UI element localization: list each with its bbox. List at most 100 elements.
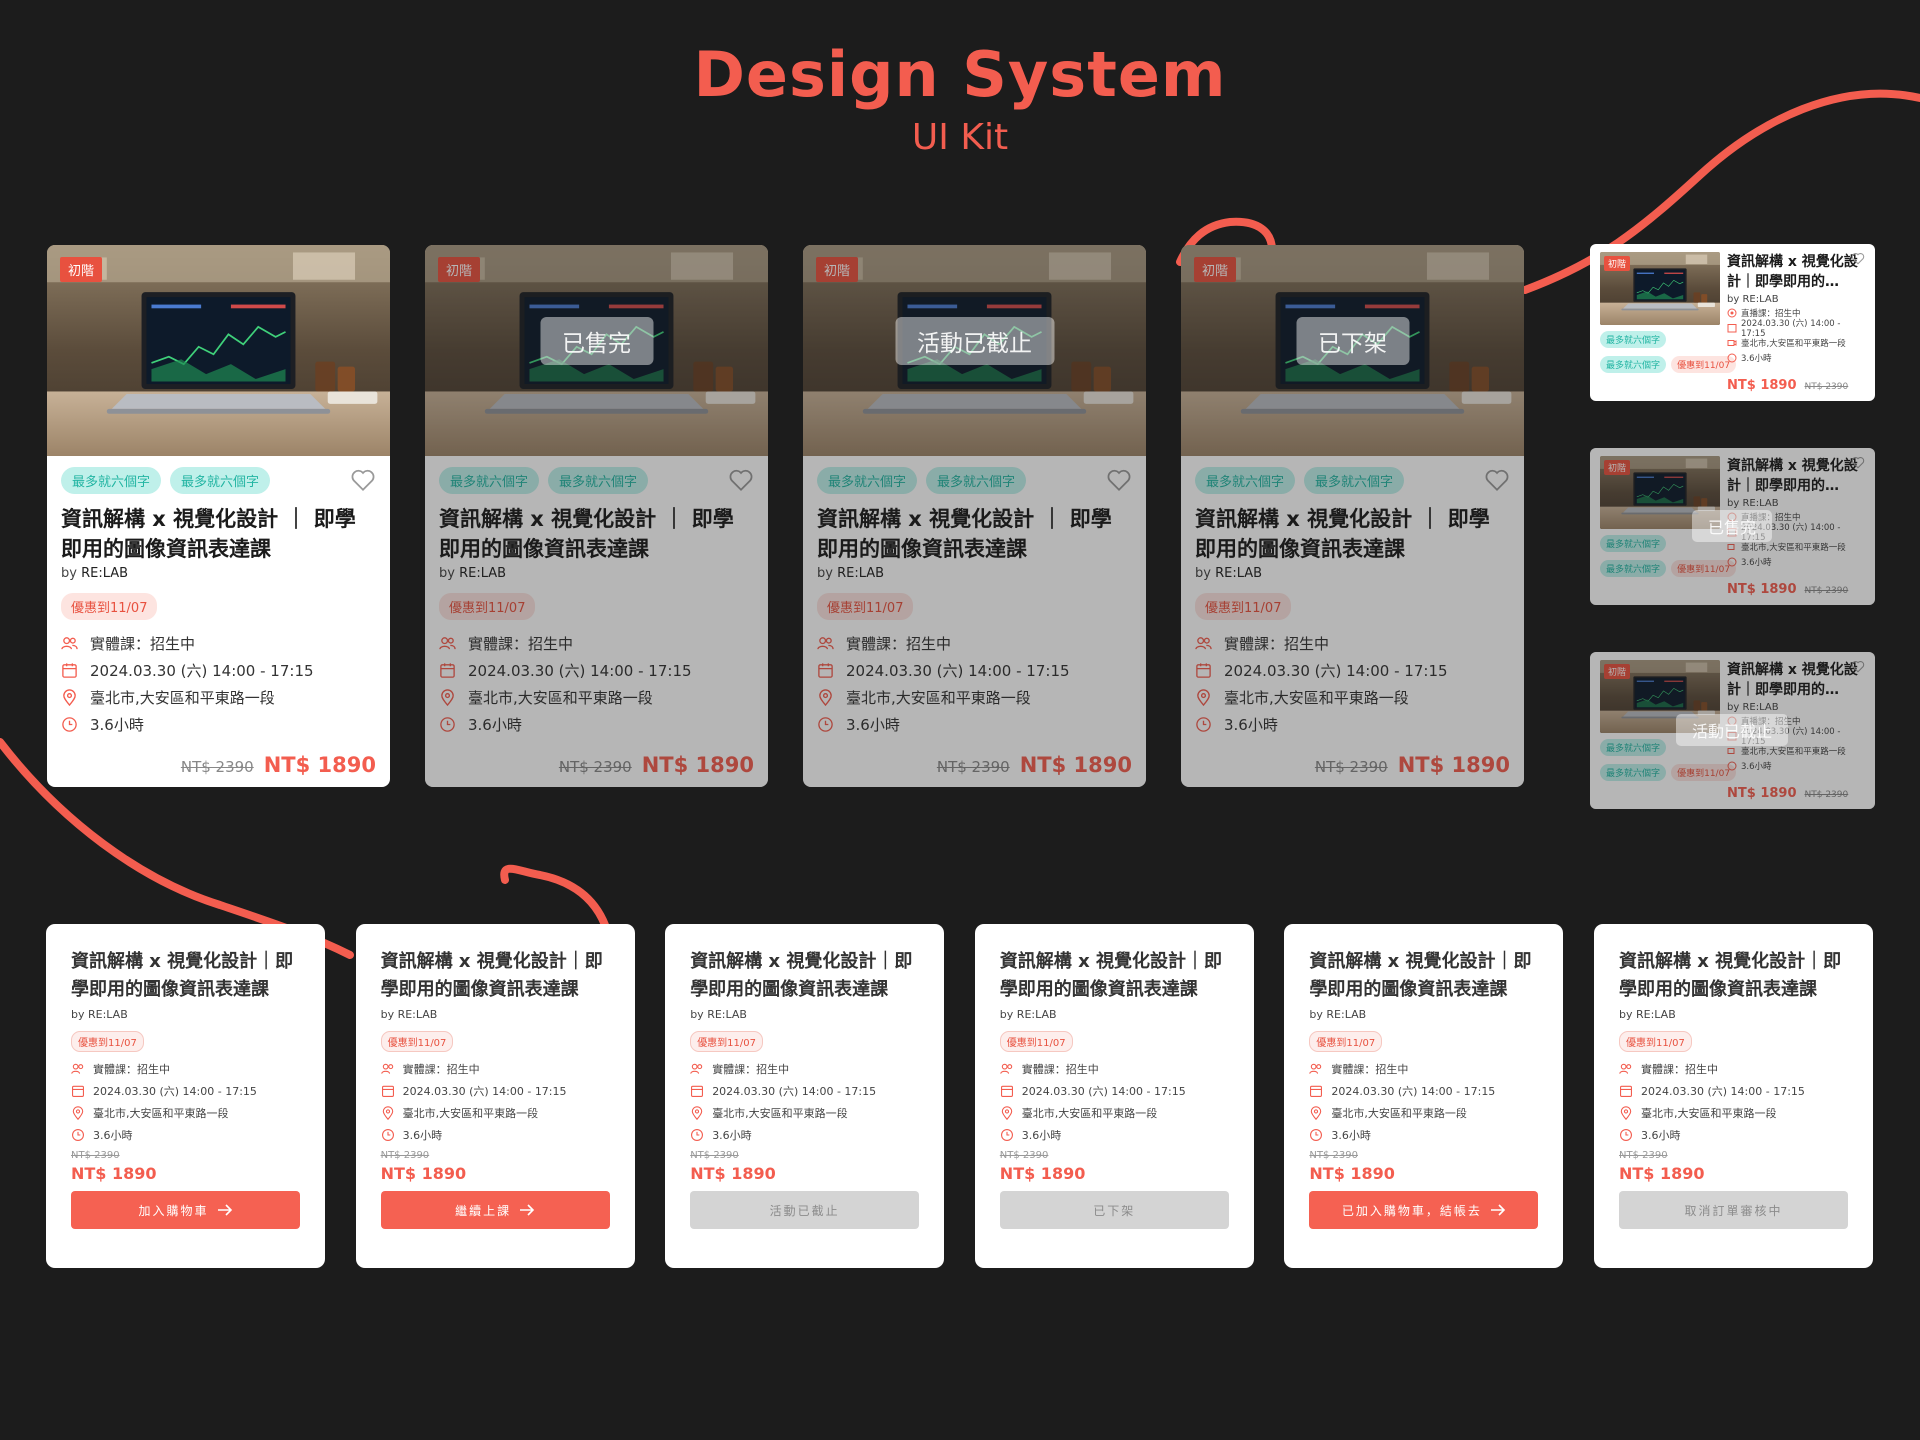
people-icon xyxy=(1000,1063,1013,1074)
calendar-icon xyxy=(1727,323,1737,332)
heart-icon[interactable] xyxy=(1851,252,1865,265)
status-label: 已售完 xyxy=(1691,510,1773,542)
status-label: 已售完 xyxy=(540,317,653,365)
course-title[interactable]: 資訊解構 x 視覺化設計｜即學即用的… xyxy=(1727,252,1867,292)
action-button-label: 取消訂單審核中 xyxy=(1684,1203,1783,1218)
course-card-checkout[interactable]: 資訊解構 x 視覺化設計｜即學即用的圖像資訊表達課 by RE:LAB 優惠到1… xyxy=(665,924,945,1268)
course-datetime: 2024.03.30 (六) 14:00 - 17:15 xyxy=(61,657,376,684)
promo-badge: 優惠到11/07 xyxy=(999,1031,1073,1052)
promo-badge: 優惠到11/07 xyxy=(1309,1031,1383,1052)
course-location: 臺北市,大安區和平東路一段 xyxy=(1000,1102,1229,1124)
course-duration: 3.6小時 xyxy=(1000,1124,1229,1146)
clock-icon xyxy=(1727,353,1737,362)
action-button[interactable]: 加入購物車 xyxy=(71,1191,300,1229)
course-card-large[interactable]: 初階 最多就六個字 最多就六個字 資訊解構 x 視覺化設計 ｜ 即學即用的圖像資訊… xyxy=(47,245,390,787)
sale-price: NT$ 1890 xyxy=(1727,378,1797,393)
location-pin-icon xyxy=(1620,1106,1632,1120)
page-subtitle: UI Kit xyxy=(911,117,1009,158)
location-pin-icon xyxy=(382,1106,393,1120)
sale-price: NT$ 1890 xyxy=(1619,1164,1705,1183)
course-title[interactable]: 資訊解構 x 視覺化設計｜即學即用的圖像資訊表達課 xyxy=(1309,948,1538,1004)
arrow-right-icon xyxy=(217,1204,232,1216)
sale-price: NT$ 1890 xyxy=(999,1164,1086,1183)
original-price: NT$ 2390 xyxy=(1309,1150,1358,1161)
course-card-checkout[interactable]: 資訊解構 x 視覺化設計｜即學即用的圖像資訊表達課 by RE:LAB 優惠到1… xyxy=(974,924,1254,1268)
clock-icon xyxy=(1620,1129,1632,1141)
calendar-icon xyxy=(691,1085,704,1097)
calendar-icon xyxy=(1310,1085,1323,1097)
topic-tag: 最多就六個字 xyxy=(1600,356,1667,373)
course-title[interactable]: 資訊解構 x 視覺化設計｜即學即用的圖像資訊表達課 xyxy=(381,948,610,1004)
calendar-icon xyxy=(381,1085,394,1097)
course-card-checkout[interactable]: 資訊解構 x 視覺化設計｜即學即用的圖像資訊表達課 by RE:LAB 優惠到1… xyxy=(46,924,325,1268)
location-pin-icon xyxy=(72,1106,84,1120)
page-title: Design System xyxy=(693,38,1227,111)
location-pin-icon xyxy=(1311,1106,1322,1120)
course-type: 實體課：招生中 xyxy=(690,1058,919,1080)
original-price: NT$ 2390 xyxy=(1619,1150,1668,1161)
original-price: NT$ 2390 xyxy=(180,758,254,776)
status-label: 已下架 xyxy=(1296,317,1409,365)
arrow-right-icon xyxy=(1490,1204,1506,1216)
people-icon xyxy=(61,637,78,650)
course-location: 臺北市,大安區和平東路一段 xyxy=(381,1102,610,1124)
people-icon xyxy=(380,1063,393,1074)
people-icon xyxy=(1619,1063,1632,1074)
course-card-compact[interactable]: 初階 最多就六個字 最多就六個字 優惠到11/07 資訊解構 x 視覺化設計｜即學… xyxy=(1590,244,1875,401)
course-title[interactable]: 資訊解構 x 視覺化設計｜即學即用的圖像資訊表達課 xyxy=(690,948,919,1004)
course-duration: 3.6小時 xyxy=(690,1124,919,1146)
sale-price: NT$ 1890 xyxy=(690,1164,776,1183)
course-card-compact-sold-out[interactable]: 初階 最多就六個字 最多就六個字 優惠到11/07 資訊解構 x 視覺化設計｜即學… xyxy=(1590,448,1875,605)
course-card-large-ended[interactable]: 初階 最多就六個字 最多就六個字 資訊解構 x 視覺化設計 ｜ 即學即用的圖像資訊… xyxy=(803,245,1146,787)
original-price: NT$ 2390 xyxy=(71,1150,120,1161)
course-duration: 3.6小時 xyxy=(71,1124,300,1146)
course-card-large-sold-out[interactable]: 初階 最多就六個字 最多就六個字 資訊解構 x 視覺化設計 ｜ 即學即用的圖像資訊… xyxy=(425,245,768,787)
action-button[interactable]: 活動已截止 xyxy=(690,1191,920,1229)
clock-icon xyxy=(72,1129,84,1141)
topic-tag: 最多就六個字 xyxy=(61,467,162,494)
action-button[interactable]: 繼續上課 xyxy=(380,1191,610,1229)
clock-icon xyxy=(1000,1129,1013,1141)
course-duration: 3.6小時 xyxy=(1309,1124,1538,1146)
course-type: 實體課：招生中 xyxy=(380,1058,610,1080)
course-duration: 3.6小時 xyxy=(381,1124,610,1146)
course-title[interactable]: 資訊解構 x 視覺化設計｜即學即用的圖像資訊表達課 xyxy=(1000,948,1229,1004)
course-author: by RE:LAB xyxy=(690,1008,747,1021)
course-location: 臺北市,大安區和平東路一段 xyxy=(71,1102,300,1124)
course-card-large-removed[interactable]: 初階 最多就六個字 最多就六個字 資訊解構 x 視覺化設計 ｜ 即學即用的圖像資訊… xyxy=(1181,245,1524,787)
course-card-checkout[interactable]: 資訊解構 x 視覺化設計｜即學即用的圖像資訊表達課 by RE:LAB 優惠到1… xyxy=(355,924,635,1268)
course-location: 臺北市,大安區和平東路一段 xyxy=(690,1102,919,1124)
course-datetime: 2024.03.30 (六) 14:00 - 17:15 xyxy=(1000,1080,1229,1102)
course-card-compact-ended[interactable]: 初階 最多就六個字 最多就六個字 優惠到11/07 資訊解構 x 視覺化設計｜即學… xyxy=(1590,652,1875,809)
arrow-right-icon xyxy=(520,1204,535,1216)
topic-tag: 最多就六個字 xyxy=(170,467,271,494)
course-title[interactable]: 資訊解構 x 視覺化設計｜即學即用的圖像資訊表達課 xyxy=(71,948,300,1004)
heart-icon[interactable] xyxy=(350,468,376,492)
calendar-icon xyxy=(1000,1085,1013,1097)
status-label: 活動已截止 xyxy=(895,317,1054,365)
course-type: 實體課：招生中 xyxy=(1619,1058,1848,1080)
course-datetime: 2024.03.30 (六) 14:00 - 17:15 xyxy=(71,1080,300,1102)
sale-price: NT$ 1890 xyxy=(1309,1164,1395,1183)
status-label: 活動已截止 xyxy=(1675,714,1789,746)
course-title[interactable]: 資訊解構 x 視覺化設計 ｜ 即學即用的圖像資訊表達課 xyxy=(61,504,376,564)
price-block: NT$ 2390 NT$ 1890 xyxy=(181,753,376,777)
level-badge: 初階 xyxy=(1604,256,1631,271)
course-card-checkout[interactable]: 資訊解構 x 視覺化設計｜即學即用的圖像資訊表達課 by RE:LAB 優惠到1… xyxy=(1284,924,1564,1268)
course-location: 臺北市,大安區和平東路一段 xyxy=(61,684,376,711)
action-button[interactable]: 取消訂單審核中 xyxy=(1619,1191,1848,1229)
action-button[interactable]: 已下架 xyxy=(999,1191,1229,1229)
location-pin-icon xyxy=(63,689,76,706)
course-type: 實體課：招生中 xyxy=(71,1058,300,1080)
original-price: NT$ 2390 xyxy=(999,1150,1049,1161)
course-thumbnail: 初階 xyxy=(1600,252,1720,325)
promo-badge: 優惠到11/07 xyxy=(1619,1031,1692,1052)
promo-badge: 優惠到11/07 xyxy=(380,1031,454,1052)
course-card-checkout[interactable]: 資訊解構 x 視覺化設計｜即學即用的圖像資訊表達課 by RE:LAB 優惠到1… xyxy=(1594,924,1873,1268)
action-button[interactable]: 已加入購物車，結帳去 xyxy=(1309,1191,1539,1229)
course-title[interactable]: 資訊解構 x 視覺化設計｜即學即用的圖像資訊表達課 xyxy=(1619,948,1848,1004)
course-author: by RE:LAB xyxy=(380,1008,438,1021)
promo-badge: 優惠到11/07 xyxy=(61,593,158,620)
level-badge: 初階 xyxy=(60,257,103,282)
people-icon xyxy=(1309,1063,1322,1074)
